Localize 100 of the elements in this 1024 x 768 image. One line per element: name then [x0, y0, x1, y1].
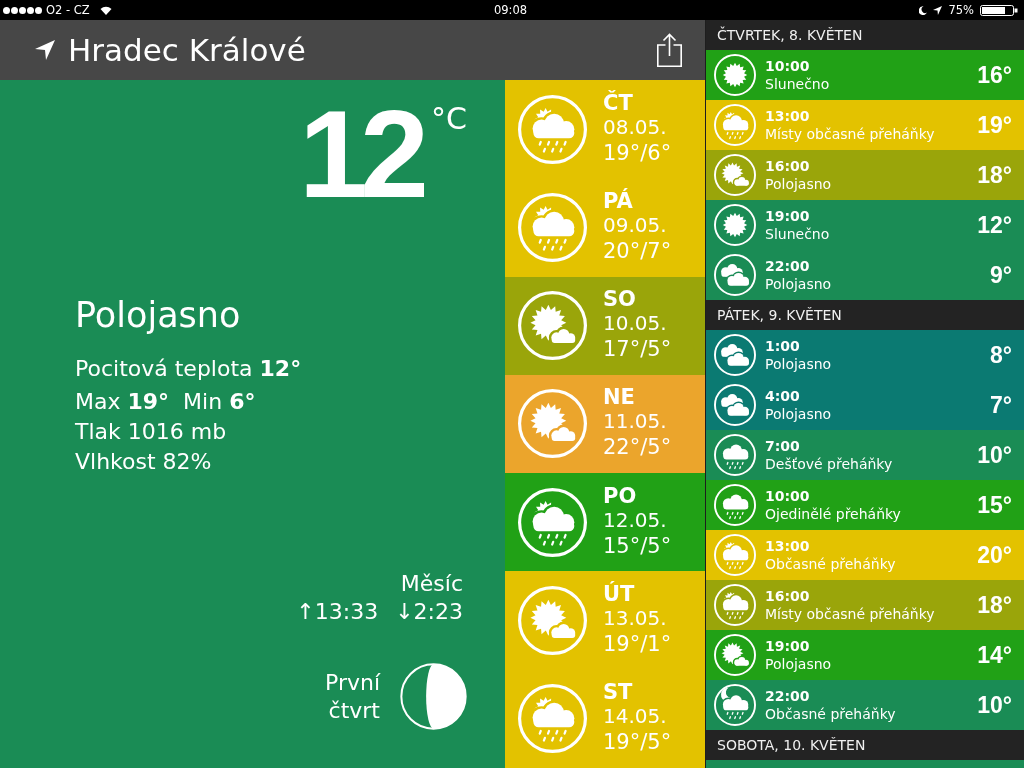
hour-condition: Místy občasné přeháňky [765, 604, 935, 623]
day-date: 08.05. [603, 114, 667, 139]
day-date: 14.05. [603, 704, 667, 729]
carrier-name: O2 - CZ [46, 3, 90, 17]
hour-time: 22:00 [765, 257, 810, 275]
hour-temperature: 10° [977, 441, 1012, 469]
hour-condition: Polojasno [765, 174, 832, 193]
half-moon-icon [400, 663, 467, 730]
location-arrow-icon [933, 5, 943, 15]
hour-time: 4:00 [765, 387, 800, 405]
sun-cloud-rain-icon [518, 684, 587, 754]
hour-condition: Ojedinělé přeháňky [765, 504, 901, 523]
day-temperatures: 20°/7° [603, 237, 672, 265]
temperature-unit: °C [431, 104, 467, 134]
moon-phase-text: První čtvrt [325, 668, 380, 725]
sun-cloud-icon [714, 634, 756, 676]
day-row[interactable]: ÚT 13.05. 19°/1° [505, 571, 705, 670]
clouds-icon [714, 384, 756, 426]
hour-temperature: 20° [977, 541, 1012, 569]
day-date: 10.05. [603, 311, 667, 336]
hour-condition: Polojasno [765, 354, 832, 373]
sun-cloud-rain-icon [714, 534, 756, 576]
sun-icon [714, 204, 756, 246]
sun-cloud-icon [518, 586, 587, 656]
sun-icon [714, 54, 756, 96]
day-row[interactable]: NE 11.05. 22°/5° [505, 374, 705, 474]
day-row[interactable]: ST 14.05. 19°/5° [505, 669, 705, 768]
hour-condition: Polojasno [765, 654, 832, 673]
hour-temperature: 19° [977, 111, 1012, 139]
battery-percent: 75% [948, 3, 974, 17]
hour-temperature: 8° [990, 341, 1012, 369]
wifi-icon [99, 5, 112, 15]
hour-time: 16:00 [765, 157, 810, 175]
day-temperatures: 19°/6° [603, 139, 672, 167]
hour-condition: Slunečno [765, 224, 830, 243]
day-name: ÚT [603, 582, 635, 607]
hour-time: 7:00 [765, 437, 800, 455]
location-title: Hradec Králové [68, 31, 307, 69]
hour-condition: Dešťové přeháňky [765, 454, 893, 473]
sun-cloud-rain-icon [714, 104, 756, 146]
share-icon[interactable] [657, 33, 682, 67]
day-name: PÁ [603, 188, 633, 213]
date-header: PÁTEK, 9. KVĚTEN [706, 300, 1024, 330]
hour-temperature: 18° [977, 591, 1012, 619]
day-date: 09.05. [603, 212, 667, 237]
hour-condition: Občasné přeháňky [765, 704, 896, 723]
clouds-icon [714, 334, 756, 376]
hour-temperature: 9° [990, 261, 1012, 289]
day-date: 11.05. [603, 409, 667, 434]
temperature-value: 12 [299, 92, 423, 216]
hour-time: 13:00 [765, 107, 810, 125]
day-date: 13.05. [603, 606, 667, 631]
hour-temperature: 12° [977, 211, 1012, 239]
day-temperatures: 15°/5° [603, 532, 672, 560]
signal-dots-icon [3, 6, 42, 14]
hour-temperature: 10° [977, 691, 1012, 719]
hour-condition: Místy občasné přeháňky [765, 124, 935, 143]
hour-time: 1:00 [765, 337, 800, 355]
hour-temperature: 15° [977, 491, 1012, 519]
day-temperatures: 19°/1° [603, 631, 672, 659]
day-row[interactable]: PO 12.05. 15°/5° [505, 473, 705, 572]
day-name: ČT [603, 90, 633, 115]
hour-time: 19:00 [765, 637, 810, 655]
hour-time: 10:00 [765, 487, 810, 505]
weather-detail: Vlhkost 82% [75, 448, 212, 476]
crescent-moon-icon [919, 5, 928, 15]
hour-time: 16:00 [765, 587, 810, 605]
clouds-icon [714, 254, 756, 296]
day-date: 12.05. [603, 507, 667, 532]
weather-detail: Tlak 1016 mb [75, 418, 227, 446]
day-name: PO [603, 483, 637, 508]
day-row[interactable]: SO 10.05. 17°/5° [505, 276, 705, 375]
day-temperatures: 17°/5° [603, 336, 672, 364]
hour-temperature: 7° [990, 391, 1012, 419]
hour-condition: Slunečno [765, 74, 830, 93]
moon-cloud-rain-icon [714, 684, 756, 726]
sun-cloud-rain-icon [518, 487, 587, 557]
battery-icon [980, 4, 1018, 16]
location-arrow-icon [35, 40, 55, 60]
hour-time: 19:00 [765, 207, 810, 225]
weather-detail: Pocitová teplota 12° [75, 355, 302, 383]
condition-text: Polojasno [75, 295, 241, 335]
hour-temperature: 16° [977, 61, 1012, 89]
hour-condition: Polojasno [765, 404, 832, 423]
day-temperatures: 22°/5° [603, 434, 672, 462]
cloud-rain-icon [714, 434, 756, 476]
day-name: SO [603, 287, 636, 312]
day-row[interactable]: PÁ 09.05. 20°/7° [505, 178, 705, 277]
sun-cloud-rain-icon [518, 192, 587, 262]
sun-cloud-rain-icon [714, 584, 756, 626]
hour-temperature: 18° [977, 161, 1012, 189]
clock-time: 09:08 [493, 3, 528, 17]
cloud-rain-icon [714, 484, 756, 526]
hour-condition: Občasné přeháňky [765, 554, 896, 573]
moonset-time: ↓2:23 [395, 598, 463, 626]
day-row[interactable]: ČT 08.05. 19°/6° [505, 80, 705, 179]
day-name: NE [603, 385, 635, 410]
hour-temperature: 14° [977, 641, 1012, 669]
moonrise-time: ↑13:33 [296, 598, 379, 626]
moon-label: Měsíc [400, 570, 463, 598]
